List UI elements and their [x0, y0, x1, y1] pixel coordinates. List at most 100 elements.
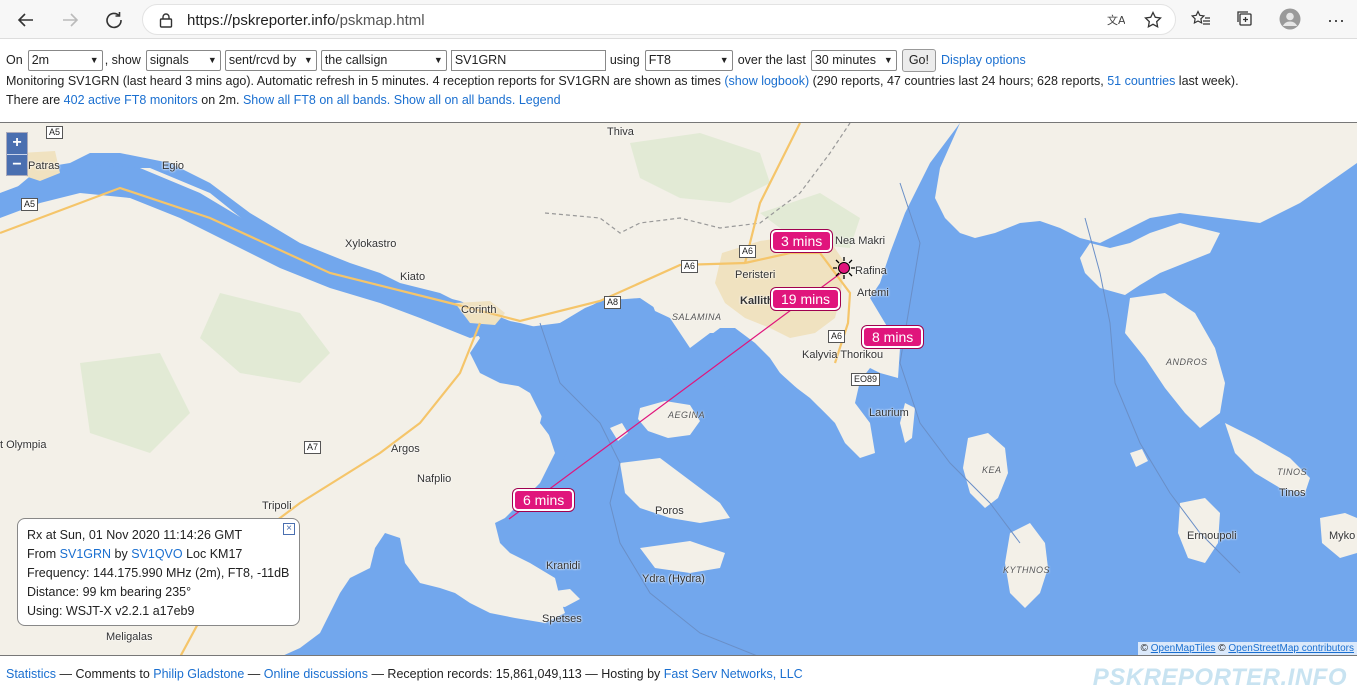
- chevron-down-icon: ▼: [883, 55, 893, 65]
- refresh-button[interactable]: [100, 6, 128, 34]
- browser-toolbar: https://pskreporter.info/pskmap.html 文A …: [0, 0, 1357, 39]
- road-shield-a5: A5: [21, 198, 39, 211]
- direction-value: sent/rcvd by: [228, 53, 297, 67]
- place-argos: Argos: [391, 443, 420, 455]
- island-tinos: TINOS: [1277, 467, 1308, 477]
- openstreetmap-link[interactable]: OpenStreetMap contributors: [1228, 643, 1354, 654]
- place-kiato: Kiato: [400, 271, 426, 283]
- report-bubble-8-mins[interactable]: 8 mins: [862, 326, 924, 348]
- zoom-out-button[interactable]: −: [7, 154, 27, 175]
- go-button[interactable]: Go!: [901, 48, 936, 72]
- place-kalyvia-thorikou: Kalyvia Thorikou: [802, 349, 884, 361]
- map-attribution: © OpenMapTiles © OpenStreetMap contribut…: [1137, 642, 1357, 655]
- hosting-link[interactable]: Fast Serv Networks, LLC: [664, 667, 803, 681]
- translate-icon[interactable]: 文A: [1107, 12, 1125, 28]
- place-kranidi: Kranidi: [546, 560, 581, 572]
- star-icon[interactable]: [1144, 11, 1162, 29]
- chevron-down-icon: ▼: [89, 55, 99, 65]
- status-text: Monitoring SV1GRN (last heard 3 mins ago…: [6, 74, 725, 88]
- monitors-link[interactable]: 402 active FT8 monitors: [64, 93, 198, 107]
- show-ft8-link[interactable]: Show all FT8 on all bands.: [243, 93, 390, 107]
- report-bubble-19-mins[interactable]: 19 mins: [771, 288, 841, 310]
- online-discussions-link[interactable]: Online discussions: [264, 667, 368, 681]
- zoom-in-button[interactable]: +: [7, 133, 27, 154]
- reception-info-popup: × Rx at Sun, 01 Nov 2020 11:14:26 GMT Fr…: [17, 518, 300, 626]
- show-what-select[interactable]: signals ▼: [145, 49, 221, 71]
- address-bar[interactable]: https://pskreporter.info/pskmap.html 文A: [142, 4, 1176, 35]
- band-value: 2m: [31, 53, 50, 67]
- show-what-value: signals: [149, 53, 189, 67]
- place-mykonos: Myko: [1329, 530, 1356, 542]
- place-ydra: Ydra (Hydra): [642, 573, 705, 585]
- status-line-2: There are 402 active FT8 monitors on 2m.…: [6, 93, 561, 107]
- openmaptiles-link[interactable]: OpenMapTiles: [1151, 643, 1216, 654]
- reception-map[interactable]: + − Thiva Patras Egio Xylokastro Kiato C…: [0, 122, 1357, 656]
- chevron-down-icon: ▼: [433, 55, 443, 65]
- show-logbook-link[interactable]: (show logbook): [724, 74, 809, 88]
- road-shield-a7: A7: [304, 441, 322, 454]
- back-button[interactable]: [12, 6, 40, 34]
- popup-locator: Loc KM17: [182, 547, 243, 561]
- chevron-down-icon: ▼: [719, 55, 729, 65]
- road-shield-eo89: EO89: [851, 373, 881, 386]
- by-callsign-link[interactable]: SV1QVO: [131, 547, 182, 561]
- mode-select[interactable]: FT8 ▼: [644, 49, 733, 71]
- statistics-link[interactable]: Statistics: [6, 667, 56, 681]
- popup-from-label: From: [27, 547, 60, 561]
- period-select[interactable]: 30 minutes ▼: [810, 49, 897, 71]
- place-xylokastro: Xylokastro: [345, 238, 397, 250]
- island-salamina: SALAMINA: [672, 312, 722, 322]
- display-options-link[interactable]: Display options: [941, 53, 1026, 67]
- profile-avatar-icon[interactable]: [1279, 8, 1301, 30]
- popup-distance: Distance: 99 km bearing 235°: [27, 585, 192, 599]
- period-value: 30 minutes: [814, 53, 876, 67]
- url-host: https://pskreporter.info: [187, 12, 336, 29]
- more-menu-icon[interactable]: ···: [1322, 6, 1350, 34]
- land-evia: [935, 123, 1357, 243]
- forward-button[interactable]: [56, 6, 84, 34]
- direction-select[interactable]: sent/rcvd by ▼: [224, 49, 317, 71]
- over-label: over the last: [737, 53, 806, 67]
- chevron-down-icon: ▼: [303, 55, 313, 65]
- back-arrow-icon: [17, 13, 33, 27]
- using-label: using: [609, 53, 640, 67]
- url-path: /pskmap.html: [335, 12, 425, 29]
- footer-text: — Reception records: 15,861,049,113 — Ho…: [367, 667, 664, 681]
- road-shield-a5: A5: [46, 126, 64, 139]
- status-text: on 2m.: [197, 93, 243, 107]
- footer-text: — Comments to: [56, 667, 154, 681]
- lock-icon: [159, 13, 173, 28]
- island-kea: KEA: [982, 465, 1002, 475]
- report-bubble-6-mins[interactable]: 6 mins: [513, 489, 575, 511]
- status-text: There are: [6, 93, 64, 107]
- road-shield-a6: A6: [739, 245, 757, 258]
- countries-link[interactable]: 51 countries: [1107, 74, 1175, 88]
- target-type-select[interactable]: the callsign ▼: [320, 49, 447, 71]
- band-select[interactable]: 2m ▼: [27, 49, 103, 71]
- collections-icon[interactable]: [1236, 10, 1254, 28]
- place-corinth: Corinth: [461, 304, 497, 316]
- place-tinos: Tinos: [1279, 487, 1306, 499]
- favorites-icon[interactable]: [1191, 10, 1211, 28]
- popup-by-label: by: [111, 547, 132, 561]
- show-all-link[interactable]: Show all on all bands.: [394, 93, 516, 107]
- island-andros: ANDROS: [1166, 357, 1208, 367]
- author-link[interactable]: Philip Gladstone: [153, 667, 244, 681]
- report-bubble-3-mins[interactable]: 3 mins: [771, 230, 833, 252]
- query-form: On 2m ▼ , show signals ▼ sent/rcvd by ▼ the…: [6, 48, 1026, 72]
- road-shield-a8: A8: [604, 296, 622, 309]
- popup-frequency: Frequency: 144.175.990 MHz (2m), FT8, -1…: [27, 566, 290, 580]
- legend-link[interactable]: Legend: [519, 93, 561, 107]
- sea-border-2: [899, 182, 1021, 544]
- place-laurium: Laurium: [869, 407, 909, 419]
- from-callsign-link[interactable]: SV1GRN: [60, 547, 111, 561]
- transmitter-marker-icon[interactable]: [833, 257, 855, 279]
- zoom-control: + −: [6, 132, 28, 176]
- close-icon[interactable]: ×: [283, 523, 295, 535]
- land-angistri: [610, 423, 628, 441]
- on-label: On: [6, 53, 23, 67]
- place-meligalas: Meligalas: [106, 631, 153, 643]
- status-line-1: Monitoring SV1GRN (last heard 3 mins ago…: [6, 74, 1239, 88]
- callsign-input[interactable]: SV1GRN: [450, 49, 606, 71]
- site-logo: PSKREPORTER.INFO: [1092, 664, 1347, 691]
